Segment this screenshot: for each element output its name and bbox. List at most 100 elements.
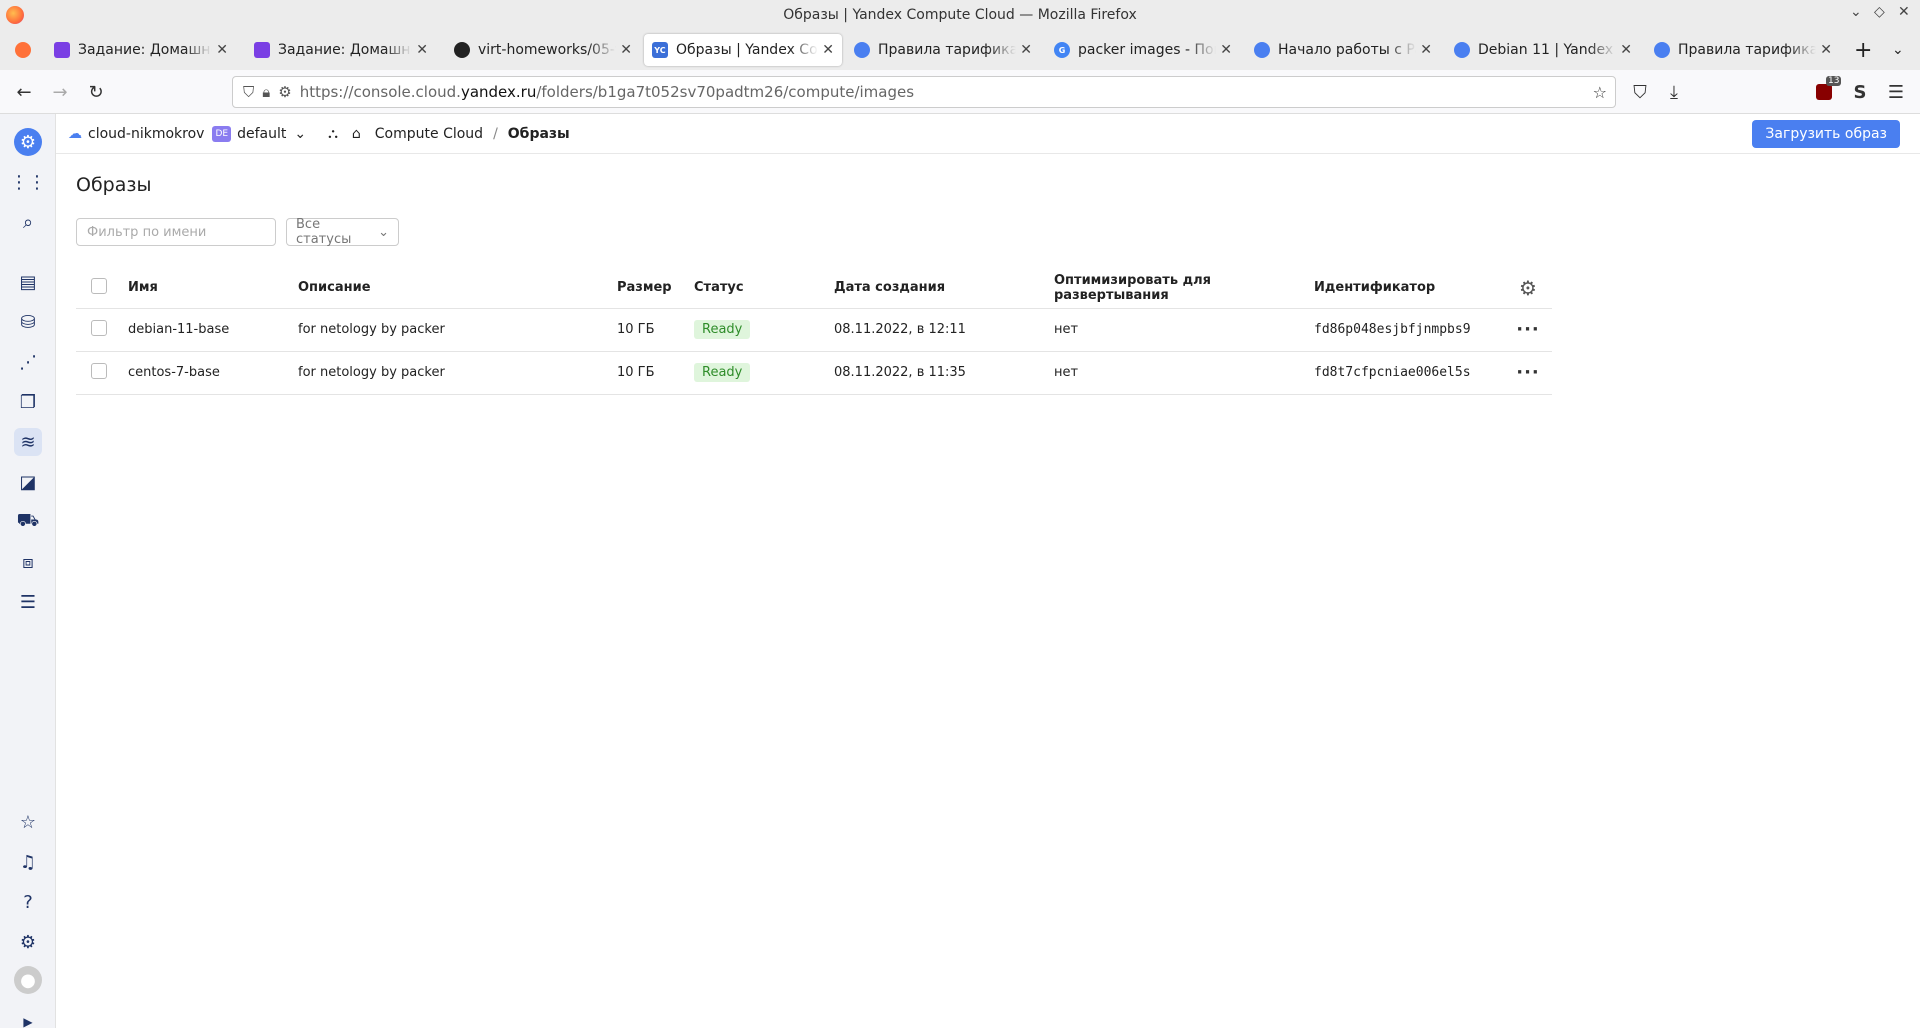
list-tabs-icon[interactable]: ⌄ <box>1884 34 1912 66</box>
tab-favicon-icon <box>1454 42 1470 58</box>
lock-icon[interactable]: 🔒︎ <box>262 83 270 101</box>
reload-icon[interactable]: ↻ <box>84 80 108 104</box>
home-icon[interactable]: ⌂ <box>352 126 361 142</box>
cloud-name[interactable]: cloud-nikmokrov <box>88 126 204 142</box>
google-icon: G <box>1054 42 1070 58</box>
tab-close-icon[interactable]: ✕ <box>1420 42 1432 58</box>
tab-close-icon[interactable]: ✕ <box>1220 42 1232 58</box>
images-icon[interactable]: ≋ <box>14 428 42 456</box>
tab-label: Правила тарификации <box>1678 42 1817 58</box>
url-domain: yandex.ru <box>460 83 537 101</box>
service-graph-icon[interactable]: ⛬ <box>328 126 338 142</box>
image-description: for netology by packer <box>298 351 617 395</box>
services-grid-icon[interactable]: ⋮⋮ <box>10 168 46 196</box>
shield-icon[interactable]: ⛉ <box>243 83 254 101</box>
app-menu-icon[interactable]: ☰ <box>1884 80 1908 104</box>
ublock-extension-icon[interactable]: 13 <box>1812 76 1842 104</box>
tab-close-icon[interactable]: ✕ <box>822 42 834 58</box>
close-window-icon[interactable]: ✕ <box>1898 4 1910 20</box>
chevron-down-icon: ⌄ <box>378 224 389 240</box>
address-bar[interactable]: ⛉ 🔒︎ ⚙︎ https://console.cloud. yandex.ru /… <box>232 76 1616 108</box>
permissions-icon[interactable]: ⚙︎ <box>278 83 291 101</box>
column-header-id[interactable]: Идентификатор <box>1314 268 1504 309</box>
name-filter-input[interactable] <box>76 218 276 246</box>
extension-s-icon[interactable]: S <box>1848 80 1872 104</box>
column-header-status[interactable]: Статус <box>694 268 834 309</box>
folder-name[interactable]: default <box>237 126 286 142</box>
pocket-icon[interactable]: ⛉ <box>1628 80 1652 104</box>
row-actions-more-icon[interactable]: ··· <box>1516 319 1540 340</box>
new-tab-icon[interactable]: + <box>1846 34 1874 66</box>
yandex-cloud-icon: YC <box>652 42 668 58</box>
tab-close-icon[interactable]: ✕ <box>1820 42 1832 58</box>
tab-label: Debian 11 | Yandex Clo <box>1478 42 1616 58</box>
avatar[interactable]: ● <box>14 966 42 994</box>
image-name[interactable]: centos-7-base <box>128 351 298 395</box>
row-checkbox[interactable] <box>91 319 107 336</box>
expand-sidebar-icon[interactable]: ▶ <box>14 1008 42 1036</box>
gpu-clusters-icon[interactable]: ⧈ <box>14 548 42 576</box>
image-name[interactable]: debian-11-base <box>128 308 298 352</box>
console-sidebar: ⚙ ⋮⋮ ⌕ ▤ ⛁ ⋰ ❐ ≋ ◪ ⛟ ⧈ ☰ ☆ ♫ ? ⚙ ● ▶ <box>0 114 56 1029</box>
vm-instances-icon[interactable]: ▤ <box>14 268 42 296</box>
browser-tab[interactable]: Задание: Домашнее з✕ <box>246 34 436 66</box>
browser-tab[interactable]: Начало работы с Pack✕ <box>1246 34 1440 66</box>
downloads-icon[interactable]: ⤓ <box>1662 80 1686 104</box>
select-all-checkbox[interactable] <box>91 277 107 294</box>
settings-gear-icon[interactable]: ⚙ <box>14 928 42 956</box>
column-header-name[interactable]: Имя <box>128 268 298 309</box>
tab-close-icon[interactable]: ✕ <box>620 42 632 58</box>
row-checkbox[interactable] <box>91 362 107 379</box>
tab-close-icon[interactable]: ✕ <box>416 42 428 58</box>
notifications-bell-icon[interactable]: ♫ <box>14 848 42 876</box>
tab-label: Правила тарификации <box>878 42 1017 58</box>
tab-label: packer images - Поиск <box>1078 42 1216 58</box>
github-icon <box>454 42 470 58</box>
upload-image-button[interactable]: Загрузить образ <box>1752 120 1900 148</box>
placement-groups-icon[interactable]: ⋰ <box>14 348 42 376</box>
snapshots-icon[interactable]: ❐ <box>14 388 42 416</box>
tab-close-icon[interactable]: ✕ <box>216 42 228 58</box>
tab-label: Задание: Домашнее з <box>278 42 412 58</box>
search-icon[interactable]: ⌕ <box>14 208 42 236</box>
yandex-cloud-logo-icon[interactable]: ⚙ <box>14 128 42 156</box>
browser-tab[interactable]: Debian 11 | Yandex Clo✕ <box>1446 34 1640 66</box>
bookmark-star-icon[interactable]: ☆ <box>1593 83 1607 102</box>
browser-tab[interactable]: Задание: Домашнее з✕ <box>46 34 236 66</box>
breadcrumb-compute-cloud[interactable]: Compute Cloud <box>375 126 483 142</box>
browser-tab-active[interactable]: YC Образы | Yandex Comp✕ <box>644 34 842 66</box>
favorites-star-icon[interactable]: ☆ <box>14 808 42 836</box>
table-row[interactable]: debian-11-base for netology by packer 10… <box>76 308 1552 352</box>
browser-tab[interactable]: Правила тарификации✕ <box>846 34 1040 66</box>
table-row[interactable]: centos-7-base for netology by packer 10 … <box>76 351 1552 395</box>
breadcrumb-current: Образы <box>507 125 570 142</box>
browser-tab[interactable]: Правила тарификации✕ <box>1646 34 1840 66</box>
table-settings-gear-icon[interactable]: ⚙ <box>1504 268 1552 309</box>
column-header-optimize[interactable]: Оптимизировать для развертывания <box>1054 268 1314 309</box>
minimize-icon[interactable]: ⌄ <box>1850 4 1862 20</box>
firefox-view-icon[interactable] <box>6 34 40 66</box>
disks-icon[interactable]: ⛁ <box>14 308 42 336</box>
tab-close-icon[interactable]: ✕ <box>1020 42 1032 58</box>
column-header-description[interactable]: Описание <box>298 268 617 309</box>
column-header-size[interactable]: Размер <box>617 268 694 309</box>
tab-favicon-icon <box>1654 42 1670 58</box>
instance-groups-icon[interactable]: ◪ <box>14 468 42 496</box>
help-icon[interactable]: ? <box>14 888 42 916</box>
back-icon[interactable]: ← <box>12 80 36 104</box>
browser-tab[interactable]: virt-homeworks/05-virt✕ <box>446 34 640 66</box>
status-badge: Ready <box>694 363 751 382</box>
tab-close-icon[interactable]: ✕ <box>1620 42 1632 58</box>
window-title: Образы | Yandex Compute Cloud — Mozilla … <box>783 7 1137 23</box>
maximize-icon[interactable]: ◇ <box>1874 4 1885 20</box>
dedicated-hosts-icon[interactable]: ⛟ <box>14 508 42 536</box>
operations-icon[interactable]: ☰ <box>14 588 42 616</box>
image-size: 10 ГБ <box>617 308 694 352</box>
tab-strip: Задание: Домашнее з✕ Задание: Домашнее з… <box>0 30 1920 70</box>
folder-chevron-down-icon[interactable]: ⌄ <box>294 126 306 142</box>
column-header-created[interactable]: Дата создания <box>834 268 1054 309</box>
status-filter-select[interactable]: Все статусы ⌄ <box>286 217 399 247</box>
row-actions-more-icon[interactable]: ··· <box>1516 362 1540 383</box>
browser-tab[interactable]: Gpacker images - Поиск✕ <box>1046 34 1240 66</box>
forward-icon[interactable]: → <box>48 80 72 104</box>
